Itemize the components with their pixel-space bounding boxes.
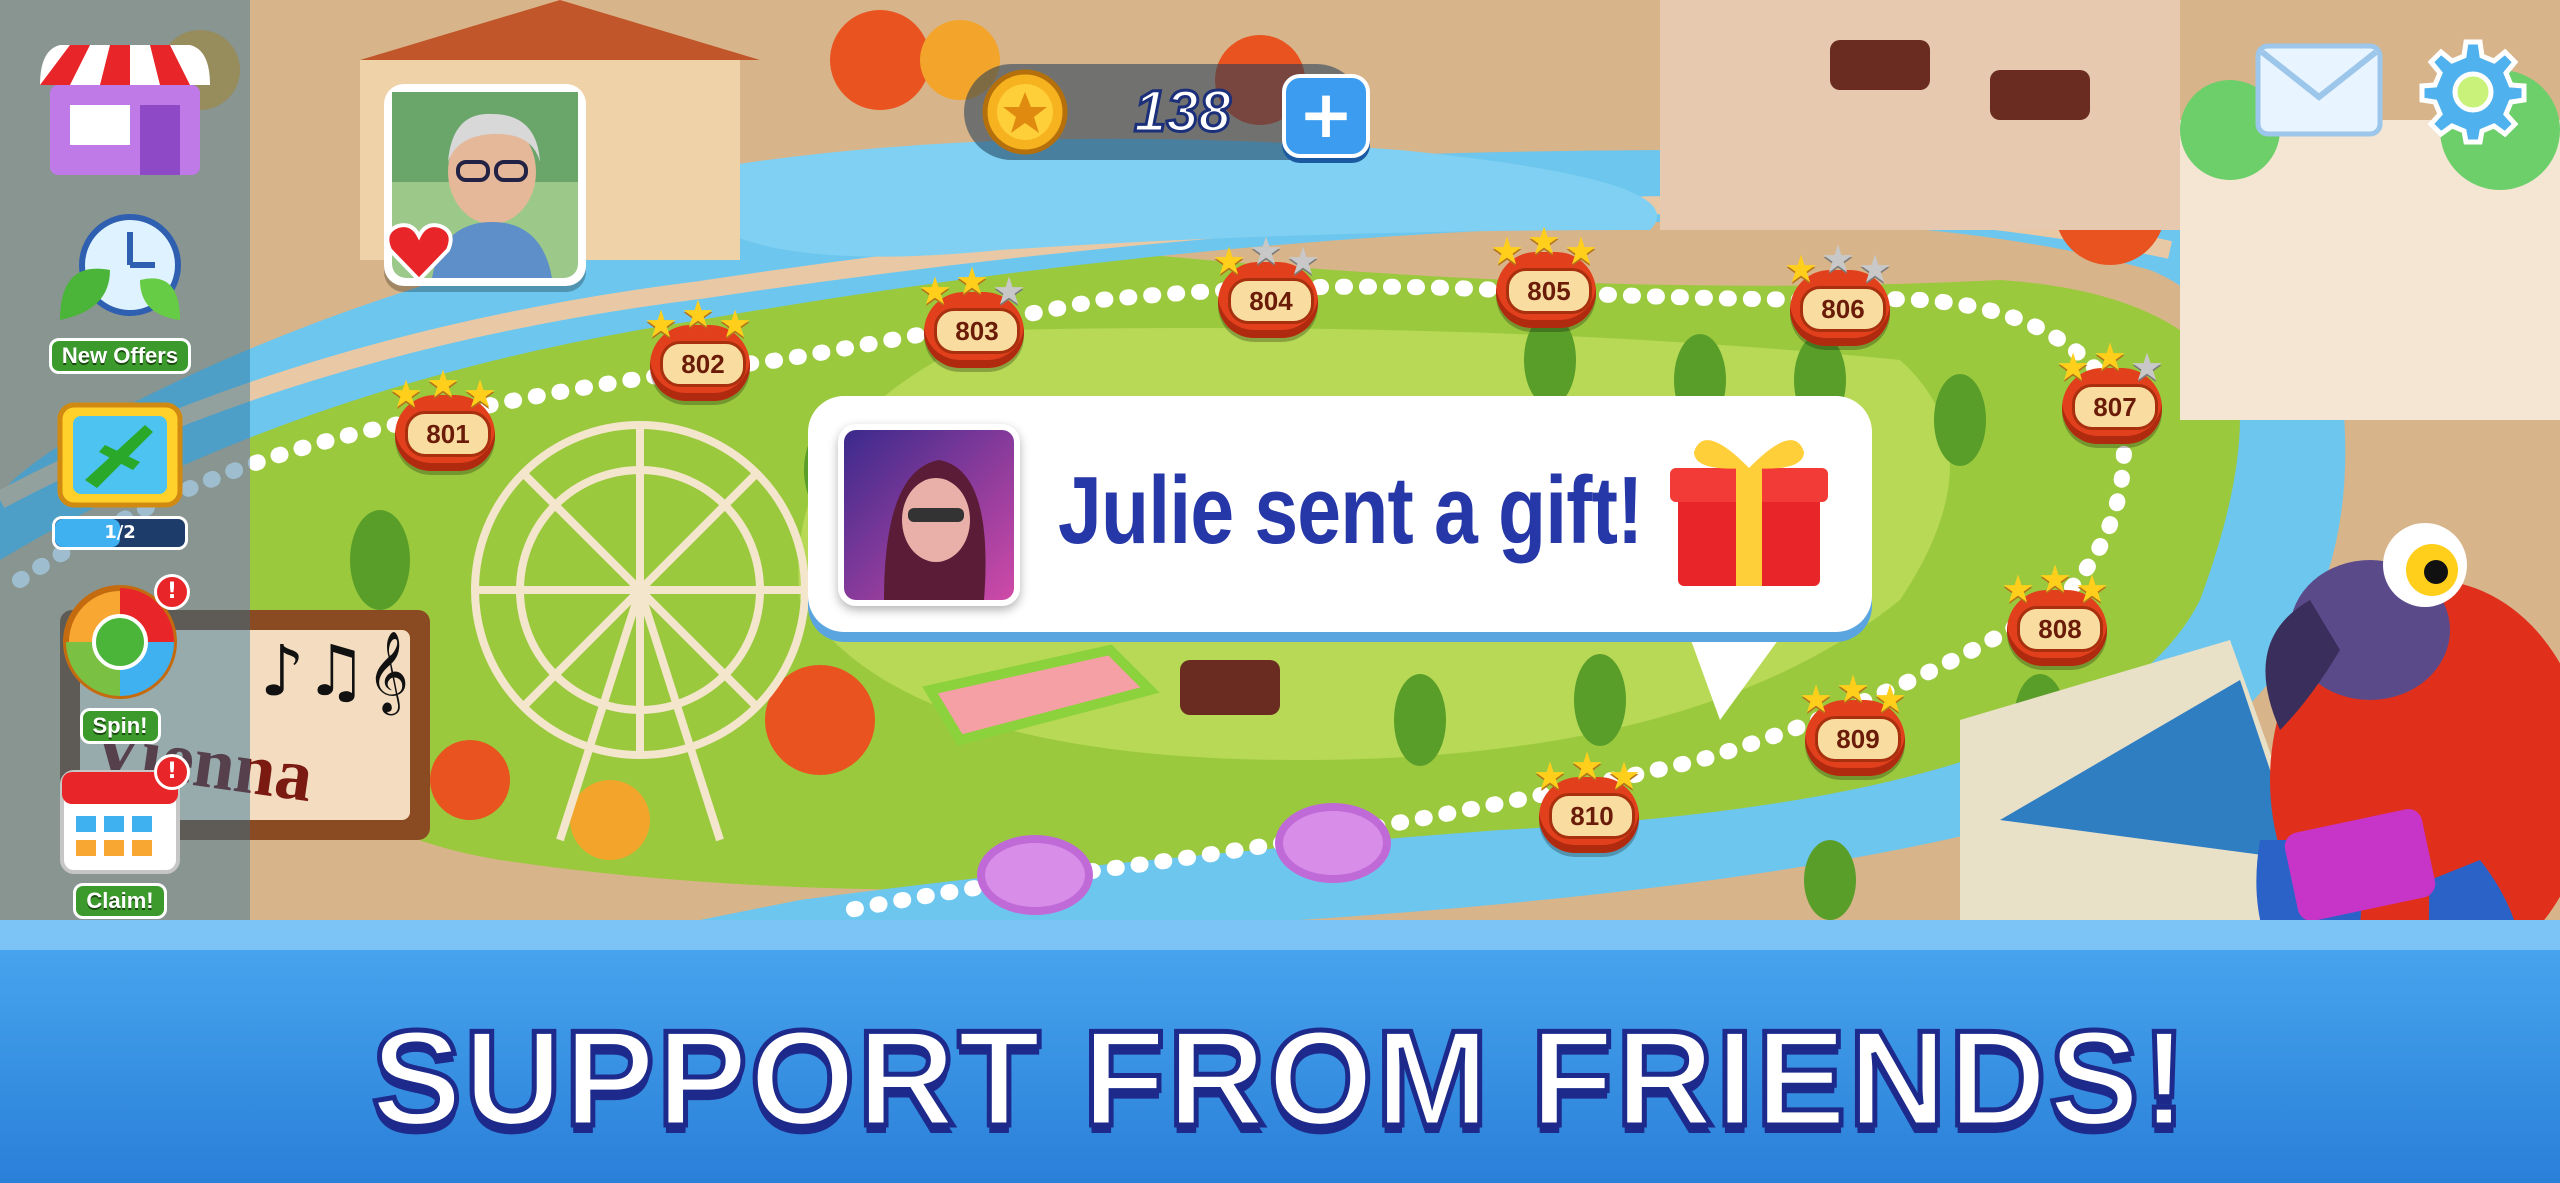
coin-icon xyxy=(982,69,1068,155)
gear-icon xyxy=(2419,39,2527,145)
level-stars: ★ ★ ★ xyxy=(1208,229,1328,280)
star-icon: ★ xyxy=(955,259,990,303)
level-node-803[interactable]: 803 ★ ★ ★ xyxy=(914,262,1034,372)
coin-balance-bar: 138 + xyxy=(964,64,1370,160)
star-icon: ★ xyxy=(1836,667,1871,711)
heart-icon xyxy=(385,223,453,283)
player-avatar[interactable] xyxy=(384,84,586,286)
clock-leaf-icon xyxy=(60,214,181,320)
gift-message: Julie sent a gift! xyxy=(1058,457,1643,564)
level-number: 809 xyxy=(1815,716,1901,762)
star-icon: ★ xyxy=(992,269,1027,313)
level-stars: ★ ★ ★ xyxy=(2052,335,2172,386)
star-icon: ★ xyxy=(1799,677,1834,721)
gift-box-icon xyxy=(1670,440,1828,586)
level-number: 801 xyxy=(405,411,491,457)
star-icon: ★ xyxy=(2075,567,2110,611)
star-icon: ★ xyxy=(681,292,716,336)
level-number: 806 xyxy=(1800,286,1886,332)
star-icon: ★ xyxy=(2056,345,2091,389)
settings-button[interactable] xyxy=(2418,36,2528,150)
level-number: 805 xyxy=(1506,268,1592,314)
level-node-810[interactable]: 810 ★ ★ ★ xyxy=(1529,747,1649,857)
star-icon: ★ xyxy=(1607,754,1642,798)
level-stars: ★ ★ ★ xyxy=(385,362,505,413)
star-icon: ★ xyxy=(389,372,424,416)
star-icon: ★ xyxy=(1858,247,1893,291)
level-number: 808 xyxy=(2017,606,2103,652)
shop-icon xyxy=(40,45,210,175)
level-stars: ★ ★ ★ xyxy=(1529,744,1649,795)
level-stars: ★ ★ ★ xyxy=(1997,557,2117,608)
new-offers-button[interactable]: New Offers xyxy=(30,210,210,374)
level-node-807[interactable]: 807 ★ ★ ★ xyxy=(2052,338,2172,448)
coin-count: 138 xyxy=(1133,78,1233,146)
claim-alert-badge: ! xyxy=(154,754,190,790)
level-stars: ★ ★ ★ xyxy=(1780,237,1900,288)
spin-button[interactable]: ! Spin! xyxy=(30,574,210,744)
level-node-806[interactable]: 806 ★ ★ ★ xyxy=(1780,240,1900,350)
star-icon: ★ xyxy=(2093,335,2128,379)
star-icon: ★ xyxy=(2001,567,2036,611)
level-stars: ★ ★ ★ xyxy=(1795,667,1915,718)
star-icon: ★ xyxy=(1570,744,1605,788)
star-icon: ★ xyxy=(2130,345,2165,389)
friend-avatar xyxy=(838,424,1020,606)
shop-button[interactable] xyxy=(30,30,210,184)
star-icon: ★ xyxy=(1286,239,1321,283)
star-icon: ★ xyxy=(2038,557,2073,601)
event-progress-bar: 1/2 xyxy=(52,516,188,550)
friend-photo xyxy=(844,430,1014,600)
airplane-event-button[interactable]: 1/2 xyxy=(30,400,210,550)
star-icon: ★ xyxy=(1490,229,1525,273)
level-stars: ★ ★ ★ xyxy=(640,292,760,343)
banner-title: SUPPORT FROM FRIENDS! xyxy=(369,1000,2190,1157)
promo-banner: SUPPORT FROM FRIENDS! xyxy=(0,920,2560,1183)
gift-notification[interactable]: Julie sent a gift! xyxy=(808,396,1872,632)
level-number: 803 xyxy=(934,308,1020,354)
star-icon: ★ xyxy=(1527,219,1562,263)
level-stars: ★ ★ ★ xyxy=(1486,219,1606,270)
event-progress-label: 1/2 xyxy=(104,522,136,543)
mail-button[interactable] xyxy=(2254,42,2384,142)
claim-button[interactable]: ! Claim! xyxy=(30,754,210,919)
left-sidebar: New Offers 1/2 ! Spin! ! Claim! xyxy=(0,0,250,920)
star-icon: ★ xyxy=(1784,247,1819,291)
level-node-805[interactable]: 805 ★ ★ ★ xyxy=(1486,222,1606,332)
add-coins-button[interactable]: + xyxy=(1282,74,1370,158)
star-icon: ★ xyxy=(1249,229,1284,273)
level-node-804[interactable]: 804 ★ ★ ★ xyxy=(1208,232,1328,342)
level-number: 810 xyxy=(1549,793,1635,839)
new-offers-label: New Offers xyxy=(48,338,192,374)
airplane-icon xyxy=(57,402,183,508)
music-notes-icon: ♪♫𝄞 xyxy=(260,630,409,712)
level-node-809[interactable]: 809 ★ ★ ★ xyxy=(1795,670,1915,780)
star-icon: ★ xyxy=(718,302,753,346)
spin-label: Spin! xyxy=(79,708,161,744)
star-icon: ★ xyxy=(1212,239,1247,283)
envelope-icon xyxy=(2255,43,2383,137)
star-icon: ★ xyxy=(1821,237,1856,281)
level-number: 804 xyxy=(1228,278,1314,324)
star-icon: ★ xyxy=(1564,229,1599,273)
plus-icon: + xyxy=(1298,76,1354,153)
spin-alert-badge: ! xyxy=(154,574,190,610)
claim-label: Claim! xyxy=(73,883,167,919)
star-icon: ★ xyxy=(918,269,953,313)
star-icon: ★ xyxy=(1873,677,1908,721)
star-icon: ★ xyxy=(644,302,679,346)
star-icon: ★ xyxy=(426,362,461,406)
banner-highlight xyxy=(0,920,2560,950)
level-node-808[interactable]: 808 ★ ★ ★ xyxy=(1997,560,2117,670)
level-number: 807 xyxy=(2072,384,2158,430)
level-node-801[interactable]: 801 ★ ★ ★ xyxy=(385,365,505,475)
star-icon: ★ xyxy=(463,372,498,416)
level-number: 802 xyxy=(660,341,746,387)
level-node-802[interactable]: 802 ★ ★ ★ xyxy=(640,295,760,405)
star-icon: ★ xyxy=(1533,754,1568,798)
level-stars: ★ ★ ★ xyxy=(914,259,1034,310)
